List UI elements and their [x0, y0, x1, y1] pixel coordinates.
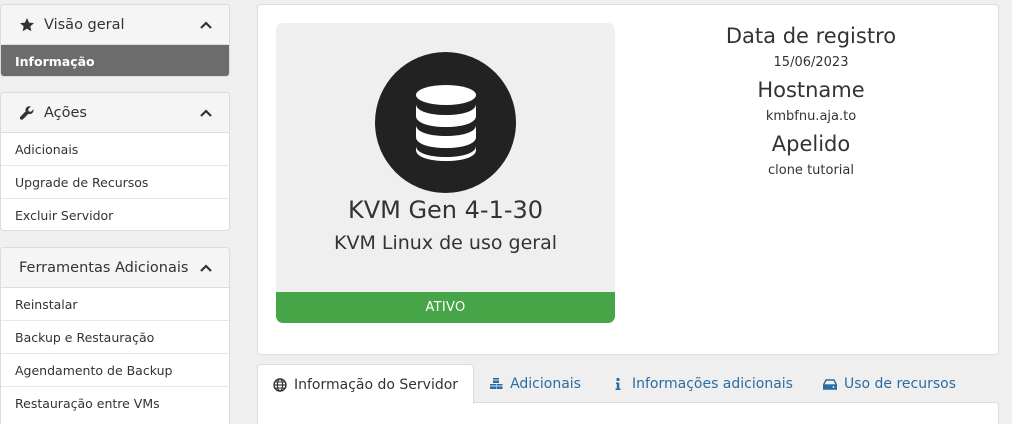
sidebar-item-information[interactable]: Informação [1, 45, 229, 76]
nickname-label: Apelido [771, 132, 851, 156]
chevron-up-icon[interactable] [199, 261, 213, 275]
product-overview-card: KVM Gen 4-1-30 KVM Linux de uso geral AT… [257, 4, 999, 355]
tools-panel: Ferramentas Adicionais Reinstalar Backup… [0, 247, 230, 424]
sidebar-item-addons[interactable]: Adicionais [1, 133, 229, 166]
status-badge: ATIVO [276, 292, 615, 323]
info-icon [611, 377, 625, 391]
tab-label: Informações adicionais [631, 375, 793, 392]
hostname-value: kmbfnu.aja.to [765, 109, 857, 124]
tab-label: Adicionais [510, 375, 581, 392]
overview-panel: Visão geral Informação [0, 4, 230, 77]
product-group: KVM Linux de uso geral [334, 232, 557, 254]
cubes-icon [489, 377, 503, 391]
nickname-value: clone tutorial [767, 163, 854, 178]
registration-date-value: 15/06/2023 [773, 55, 849, 70]
tools-panel-title: Ferramentas Adicionais [19, 259, 189, 276]
chevron-up-icon[interactable] [199, 18, 213, 32]
sidebar-item-reinstall[interactable]: Reinstalar [1, 288, 229, 321]
chevron-up-icon[interactable] [199, 106, 213, 120]
tab-server-information[interactable]: Informação do Servidor [257, 364, 475, 404]
database-icon [375, 52, 516, 193]
hdd-icon [822, 377, 837, 391]
tab-resource-usage[interactable]: Uso de recursos [808, 364, 971, 403]
actions-panel: Ações Adicionais Upgrade de Recursos Exc… [0, 92, 230, 231]
wrench-icon [19, 105, 35, 121]
sidebar-item-backup-schedule[interactable]: Agendamento de Backup [1, 354, 229, 387]
server-tabs: Informação do Servidor Adicionais Inform… [257, 364, 999, 424]
overview-panel-header[interactable]: Visão geral [1, 5, 229, 45]
server-details: Data de registro 15/06/2023 Hostname kmb… [661, 21, 961, 183]
sidebar-item-restore-between-vms[interactable]: Restauração entre VMs [1, 387, 229, 420]
sidebar-item-upgrade-resources[interactable]: Upgrade de Recursos [1, 166, 229, 199]
actions-panel-header[interactable]: Ações [1, 93, 229, 133]
tools-panel-header[interactable]: Ferramentas Adicionais [1, 248, 229, 288]
product-summary: KVM Gen 4-1-30 KVM Linux de uso geral AT… [276, 23, 615, 323]
tab-addons[interactable]: Adicionais [474, 364, 596, 403]
tab-content-panel [257, 402, 999, 424]
sidebar-item-backup-restore[interactable]: Backup e Restauração [1, 321, 229, 354]
product-name: KVM Gen 4-1-30 [347, 196, 544, 224]
hostname-label: Hostname [757, 78, 865, 102]
actions-panel-title: Ações [44, 104, 87, 121]
globe-icon [273, 377, 287, 392]
tab-additional-information[interactable]: Informações adicionais [596, 364, 808, 403]
tab-label: Uso de recursos [843, 375, 957, 392]
star-icon [19, 17, 35, 33]
tab-label: Informação do Servidor [294, 376, 459, 393]
registration-date-label: Data de registro [725, 24, 897, 48]
sidebar-item-delete-server[interactable]: Excluir Servidor [1, 199, 229, 230]
overview-panel-title: Visão geral [44, 16, 125, 33]
